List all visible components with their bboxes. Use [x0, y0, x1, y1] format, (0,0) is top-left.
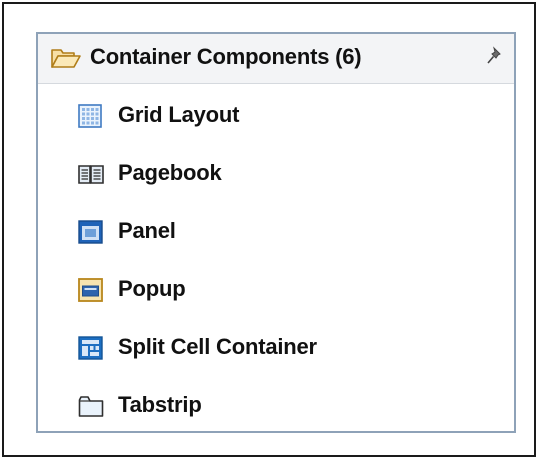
split-cell-container-icon [78, 336, 103, 360]
list-item-pagebook[interactable]: Pagebook [38, 144, 514, 202]
list-item-panel[interactable]: Panel [38, 202, 514, 260]
palette-group-title: Container Components (6) [90, 44, 362, 69]
panel-icon [78, 220, 103, 244]
list-item-label: Grid Layout [118, 102, 240, 127]
list-item-label: Popup [118, 276, 186, 301]
component-list: Grid Layout Pagebook Panel Popup Split C… [38, 86, 514, 434]
screenshot-frame: Container Components (6) Grid Layout Pag… [2, 2, 536, 457]
list-item-split-cell-container[interactable]: Split Cell Container [38, 318, 514, 376]
list-item-label: Split Cell Container [118, 334, 317, 359]
list-item-popup[interactable]: Popup [38, 260, 514, 318]
list-item-label: Tabstrip [118, 392, 202, 417]
list-item-label: Pagebook [118, 160, 222, 185]
popup-icon [78, 278, 103, 302]
palette-group-header[interactable]: Container Components (6) [38, 34, 514, 84]
list-item-grid-layout[interactable]: Grid Layout [38, 86, 514, 144]
grid-layout-icon [78, 104, 102, 128]
list-item-tabstrip[interactable]: Tabstrip [38, 376, 514, 434]
component-palette: Container Components (6) Grid Layout Pag… [36, 32, 516, 433]
open-folder-icon [51, 49, 81, 68]
list-item-label: Panel [118, 218, 176, 243]
pagebook-icon [78, 165, 104, 184]
pin-icon[interactable] [486, 46, 504, 66]
tabstrip-icon [78, 396, 104, 417]
